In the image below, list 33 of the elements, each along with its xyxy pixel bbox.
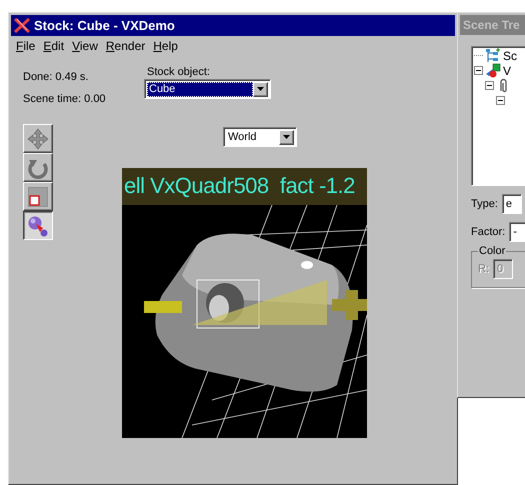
move-arrows-icon (27, 128, 49, 150)
x-logo-icon (14, 18, 30, 33)
menu-item[interactable]: View (71, 39, 99, 53)
shapes-icon (485, 63, 501, 78)
stock-object-dropdown[interactable]: Cube (144, 79, 271, 99)
type-field[interactable]: e (502, 194, 522, 214)
tree-item-label[interactable]: Sc (503, 48, 518, 62)
factor-field[interactable]: - (509, 222, 525, 242)
dropdown-arrow-icon (257, 87, 264, 91)
menu-item[interactable]: Render (104, 39, 146, 53)
color-group-label: Color (478, 245, 506, 257)
done-time-label: Done: 0.49 s. (23, 70, 90, 85)
deform-ball-icon (27, 214, 49, 236)
stock-object-label: Stock object: (147, 66, 211, 79)
window-title: Stock: Cube - VXDemo (34, 18, 175, 33)
collapse-toggle[interactable] (496, 96, 505, 105)
scene-time-label: Scene time: 0.00 (23, 92, 107, 107)
scene-tree-icon (485, 48, 501, 63)
coordinate-space-dropdown[interactable]: World (223, 127, 297, 147)
viewport-overlay-text: ell VxQuadr508 fact -1.2 (122, 168, 367, 205)
collapse-toggle[interactable] (474, 66, 483, 75)
window-title: Scene Tre (463, 18, 520, 32)
menu-item[interactable]: Edit (42, 39, 66, 53)
tree-item-label[interactable]: V (503, 64, 512, 78)
dropdown-arrow-icon (283, 135, 290, 139)
factor-label: Factor: (471, 226, 506, 238)
collapse-toggle[interactable] (485, 81, 494, 90)
r-channel-label: R: (478, 263, 489, 275)
tool-button[interactable] (23, 211, 53, 240)
scale-square-icon (27, 186, 49, 208)
menu-item[interactable]: Help (152, 39, 179, 53)
type-label: Type: (471, 198, 498, 210)
menu-item[interactable]: File (15, 39, 36, 53)
